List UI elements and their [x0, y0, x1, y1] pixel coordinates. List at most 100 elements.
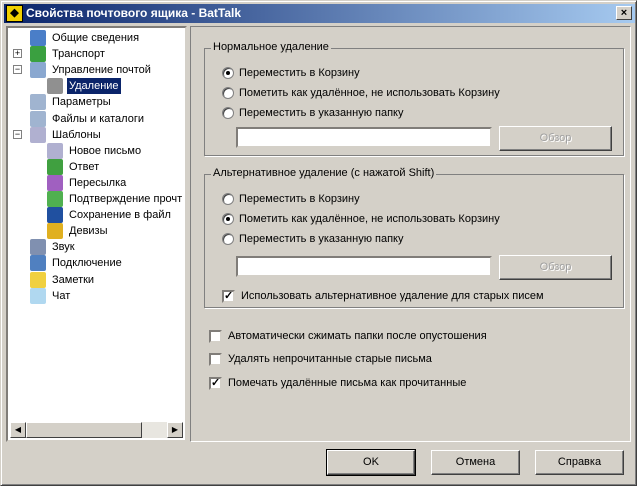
mail-management-icon — [30, 62, 46, 79]
notes-icon — [30, 271, 46, 288]
alt-option-trash[interactable]: Переместить в Корзину — [222, 191, 360, 207]
option-label: Переместить в Корзину — [239, 193, 360, 205]
tree-item[interactable]: Удаление — [47, 78, 121, 95]
tree-item[interactable]: Новое письмо — [47, 142, 143, 159]
tree-item-label: Файлы и каталоги — [52, 112, 144, 125]
option-label: Переместить в указанную папку — [239, 107, 404, 119]
chat-icon — [30, 287, 46, 304]
group-title: Нормальное удаление — [211, 41, 331, 53]
cancel-button[interactable]: Отмена — [431, 450, 520, 475]
group-title: Альтернативное удаление (с нажатой Shift… — [211, 167, 437, 179]
normal-option-move-folder[interactable]: Переместить в указанную папку — [222, 105, 403, 121]
normal-folder-input[interactable] — [236, 127, 492, 148]
settings-tree[interactable]: ◀ ▶ Общие сведения Транспорт + Управление п… — [6, 26, 187, 442]
tree-item-label: Пересылка — [69, 176, 127, 189]
expand-toggle[interactable]: + — [13, 49, 22, 59]
tree-item-label: Новое письмо — [69, 144, 142, 157]
tree-item-label: Удаление — [67, 78, 121, 95]
option-label: Пометить как удалённое, не использовать … — [239, 87, 500, 99]
tree-item[interactable]: Подтверждение прочт — [47, 191, 184, 207]
tree-item[interactable]: Транспорт — [30, 46, 107, 63]
new-letter-icon — [47, 142, 63, 159]
normal-option-trash[interactable]: Переместить в Корзину — [222, 65, 360, 81]
radio[interactable] — [222, 193, 234, 205]
radio[interactable] — [222, 107, 234, 119]
close-button[interactable]: × — [616, 6, 632, 20]
save-icon — [47, 207, 63, 224]
speaker-icon — [30, 239, 46, 256]
tree-item-label: Управление почтой — [52, 64, 151, 77]
tree-item[interactable]: Девизы — [47, 223, 110, 240]
checkbox[interactable] — [209, 352, 222, 366]
option-label: Пометить как удалённое, не использовать … — [239, 213, 500, 225]
tree-item[interactable]: Параметры — [30, 94, 113, 111]
checkbox[interactable]: ✓ — [209, 376, 222, 390]
trash-icon — [47, 78, 63, 95]
tree-item-label: Сохранение в файл — [69, 209, 171, 222]
checkbox[interactable]: ✓ — [222, 289, 235, 303]
tree-item[interactable]: Ответ — [47, 158, 101, 175]
tree-item-label: Шаблоны — [52, 128, 101, 141]
expand-toggle[interactable]: − — [13, 129, 22, 139]
use-alt-for-old-checkbox[interactable]: ✓ Использовать альтернативное удаление дл… — [222, 288, 544, 304]
mark-read-checkbox[interactable]: ✓ Помечать удалённые письма как прочитанн… — [209, 375, 466, 391]
scroll-left-button[interactable]: ◀ — [10, 422, 26, 438]
radio[interactable] — [222, 213, 234, 225]
radio[interactable] — [222, 233, 234, 245]
scroll-right-button[interactable]: ▶ — [167, 422, 183, 438]
option-label: Переместить в Корзину — [239, 67, 360, 79]
reply-icon — [47, 158, 63, 175]
tree-item[interactable]: Управление почтой — [30, 62, 153, 79]
deletion-settings-panel: Нормальное удаление Переместить в Корзин… — [190, 26, 631, 442]
tree-item-label: Подключение — [52, 257, 122, 270]
network-icon — [30, 255, 46, 272]
transport-icon — [30, 46, 46, 63]
tree-item[interactable]: Файлы и каталоги — [30, 110, 146, 127]
checkbox-label: Автоматически сжимать папки после опусто… — [228, 330, 487, 342]
alt-option-move-folder[interactable]: Переместить в указанную папку — [222, 231, 403, 247]
read-confirm-icon — [47, 191, 63, 207]
normal-browse-button[interactable]: Обзор — [499, 126, 612, 151]
tree-item-label: Транспорт — [52, 48, 105, 61]
templates-icon — [30, 126, 46, 143]
option-label: Переместить в указанную папку — [239, 233, 404, 245]
tree-item-label: Девизы — [69, 225, 108, 238]
parameters-icon — [30, 94, 46, 111]
normal-deletion-group: Нормальное удаление Переместить в Корзин… — [204, 41, 624, 156]
expand-toggle[interactable]: − — [13, 65, 22, 75]
alt-option-mark-deleted[interactable]: Пометить как удалённое, не использовать … — [222, 211, 500, 227]
tree-item-label: Звук — [52, 241, 75, 254]
tree-item-label: Параметры — [52, 96, 111, 109]
tree-item-label: Чат — [52, 289, 71, 302]
checkbox-label: Помечать удалённые письма как прочитанны… — [228, 377, 467, 389]
tree-item[interactable]: Чат — [30, 287, 72, 304]
tree-item[interactable]: Подключение — [30, 255, 124, 272]
help-button[interactable]: Справка — [535, 450, 624, 475]
tree-item[interactable]: Звук — [30, 239, 77, 256]
title-bar: ◆ Свойства почтового ящика - BatTalk × — [4, 4, 635, 23]
normal-option-mark-deleted[interactable]: Пометить как удалённое, не использовать … — [222, 85, 500, 101]
checkbox[interactable] — [209, 329, 222, 343]
radio[interactable] — [222, 67, 234, 79]
tree-item[interactable]: Общие сведения — [30, 30, 141, 46]
radio[interactable] — [222, 87, 234, 99]
alt-folder-input[interactable] — [236, 256, 492, 277]
window-title: Свойства почтового ящика - BatTalk — [26, 6, 242, 20]
compress-folders-checkbox[interactable]: Автоматически сжимать папки после опусто… — [209, 328, 487, 344]
tree-item[interactable]: Сохранение в файл — [47, 207, 173, 224]
checkbox-label: Использовать альтернативное удаление для… — [241, 290, 544, 302]
tree-item[interactable]: Заметки — [30, 271, 96, 288]
folders-icon — [30, 110, 46, 127]
forward-icon — [47, 174, 63, 191]
horizontal-scrollbar[interactable]: ◀ ▶ — [10, 422, 183, 438]
tree-item[interactable]: Шаблоны — [30, 126, 103, 143]
user-icon — [30, 30, 46, 46]
delete-unread-checkbox[interactable]: Удалять непрочитанные старые письма — [209, 351, 432, 367]
alt-browse-button[interactable]: Обзор — [499, 255, 612, 280]
tree-item-label: Заметки — [52, 273, 95, 286]
tree-item-label: Ответ — [69, 160, 100, 173]
tree-item-label: Подтверждение прочт — [69, 193, 183, 205]
ok-button[interactable]: OK — [326, 449, 416, 476]
tree-item[interactable]: Пересылка — [47, 174, 128, 191]
scroll-thumb[interactable] — [26, 422, 142, 438]
